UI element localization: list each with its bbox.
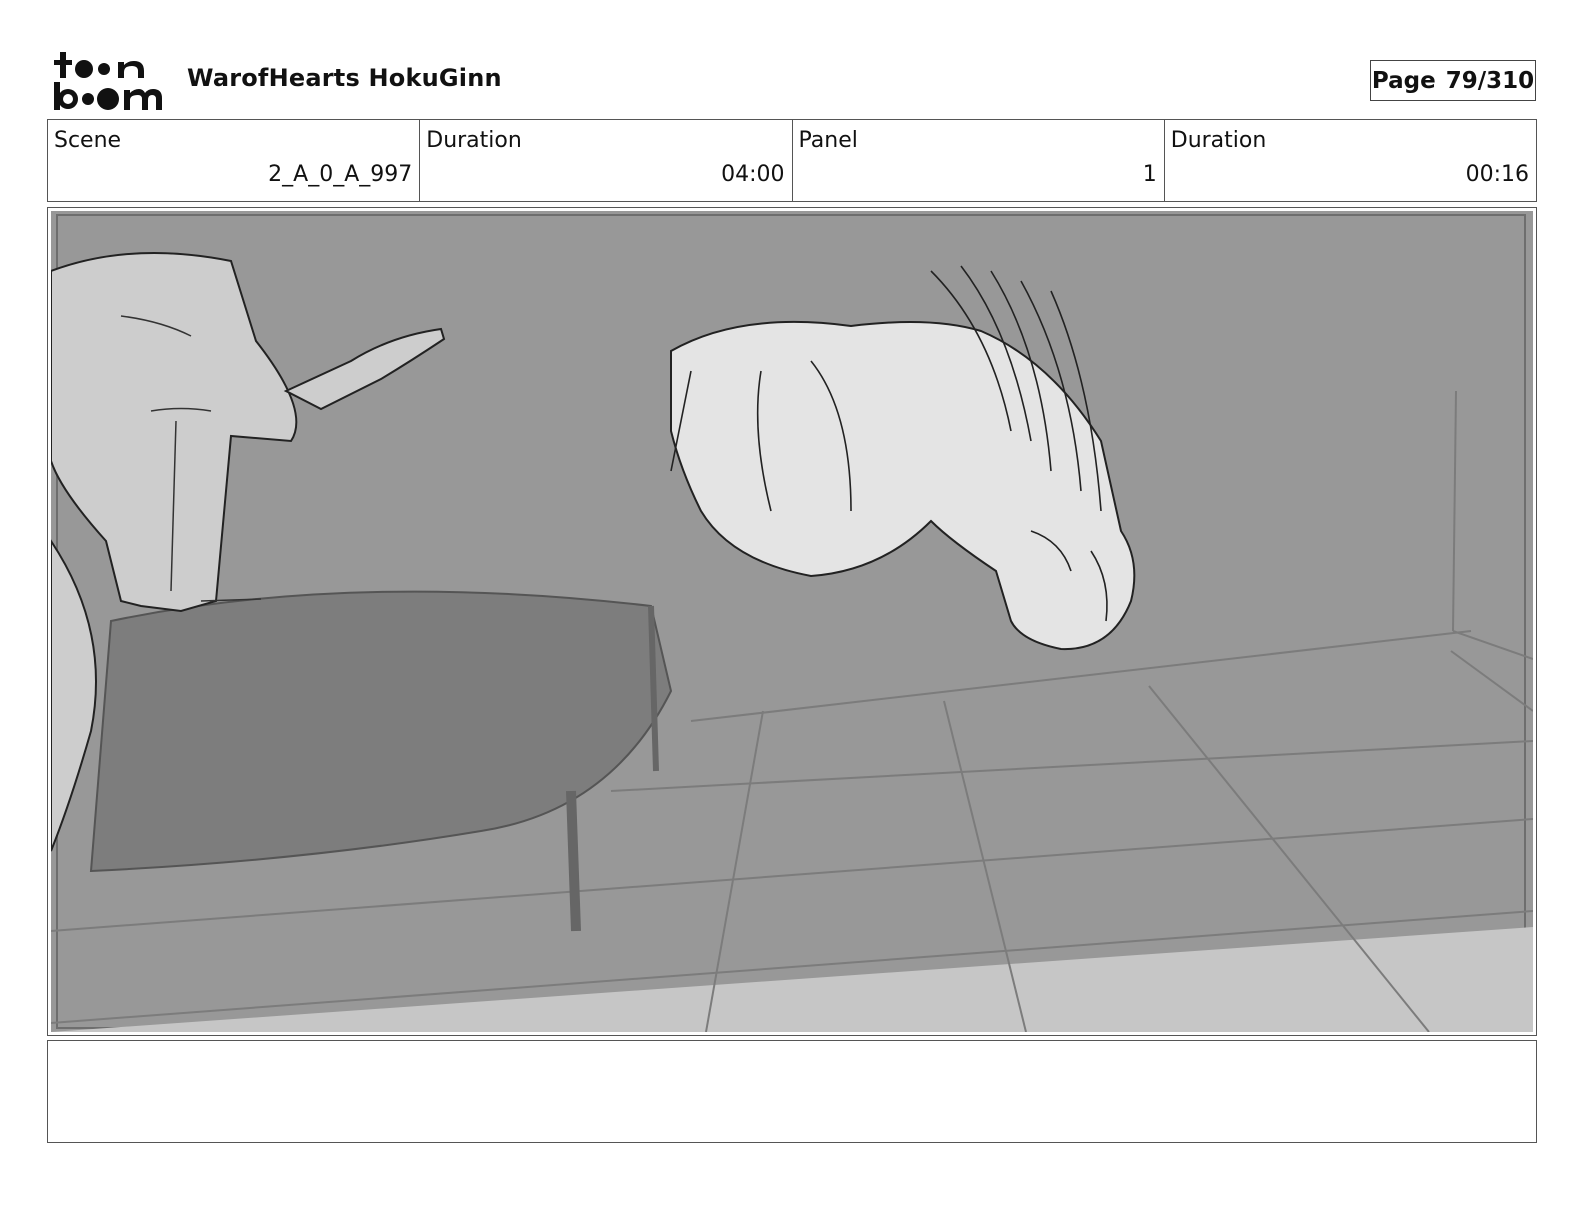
page-label: Page <box>1371 67 1436 94</box>
panel-notes-area <box>47 1040 1537 1143</box>
panel-cell: Panel 1 <box>793 120 1165 201</box>
storyboard-panel <box>47 207 1537 1036</box>
scene-duration-cell: Duration 04:00 <box>420 120 793 201</box>
panel-duration-cell: Duration 00:16 <box>1165 120 1536 201</box>
toonboom-logo <box>52 50 164 112</box>
panel-sketch <box>51 211 1533 1032</box>
scene-cell: Scene 2_A_0_A_997 <box>48 120 421 201</box>
project-title: WarofHearts HokuGinn <box>187 64 502 92</box>
scene-label: Scene <box>54 128 122 153</box>
panel-duration-label: Duration <box>1170 128 1267 153</box>
panel-duration-value: 00:16 <box>1465 162 1529 187</box>
panel-label: Panel <box>798 128 858 153</box>
page-number: 79/310 <box>1445 67 1535 94</box>
scene-info-table: Scene 2_A_0_A_997 Duration 04:00 Panel 1… <box>47 119 1537 202</box>
panel-value: 1 <box>1142 162 1157 187</box>
scene-duration-value: 04:00 <box>721 162 785 187</box>
scene-duration-label: Duration <box>426 128 522 153</box>
scene-value: 2_A_0_A_997 <box>268 162 413 187</box>
page-indicator: Page 79/310 <box>1370 60 1536 101</box>
